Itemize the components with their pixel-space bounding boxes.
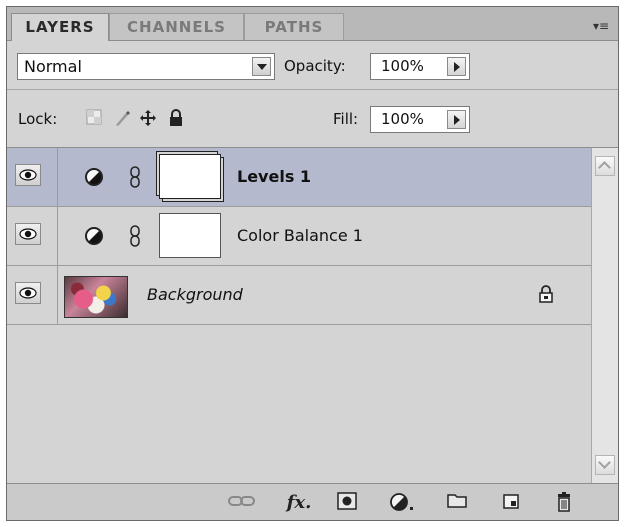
layer-name[interactable]: Color Balance 1 [237,207,363,265]
new-adjustment-layer-icon[interactable] [387,492,417,514]
fill-slider-arrow-icon[interactable] [447,110,466,129]
panel-menu-icon[interactable]: ▾≡ [590,18,612,34]
fx-icon[interactable]: fx. [279,492,319,514]
lock-label: Lock: [18,110,58,128]
blend-mode-value: Normal [24,57,82,76]
eye-icon[interactable] [15,164,41,186]
opacity-value: 100% [381,57,424,75]
opacity-slider-arrow-icon[interactable] [447,57,466,76]
layers-footer-toolbar: fx. [7,483,618,520]
layer-mask-thumbnail[interactable] [159,213,221,258]
fill-field[interactable]: 100% [370,106,470,133]
layer-row-color-balance-1[interactable]: Color Balance 1 [7,207,591,266]
add-mask-icon[interactable] [335,492,359,514]
panel-tab-bar: LAYERS CHANNELS PATHS ▾≡ [7,7,618,41]
layer-mask-thumbnail[interactable] [159,154,221,199]
layer-name[interactable]: Background [147,266,243,324]
blend-opacity-row: Normal Opacity: 100% [7,47,618,87]
lock-icon [539,285,553,303]
new-group-icon[interactable] [445,492,469,514]
layer-row-background[interactable]: Background [7,266,591,325]
lock-all-icon[interactable] [166,109,186,129]
lock-position-icon[interactable] [138,109,158,129]
tab-paths[interactable]: PATHS [244,13,344,40]
tab-channels[interactable]: CHANNELS [109,13,244,40]
scroll-up-button[interactable] [595,156,615,176]
scroll-down-button[interactable] [595,455,615,475]
eye-icon[interactable] [15,223,41,245]
chevron-down-icon[interactable] [252,57,271,76]
layer-image-thumbnail[interactable] [64,276,128,318]
layers-list: Levels 1 Color Balance 1 Background [7,147,591,484]
opacity-field[interactable]: 100% [370,53,470,80]
link-layers-icon[interactable] [227,492,257,514]
lock-transparent-pixels-icon[interactable] [84,109,104,129]
lock-image-pixels-icon[interactable] [112,109,132,129]
new-layer-icon[interactable] [499,492,523,514]
link-chain-icon[interactable] [129,225,141,247]
visibility-toggle[interactable] [7,207,58,265]
opacity-label: Opacity: [284,57,346,75]
fill-value: 100% [381,110,424,128]
blend-mode-select[interactable]: Normal [17,53,275,80]
lock-fill-row: Lock: Fill: 100% [7,97,618,141]
layers-panel: LAYERS CHANNELS PATHS ▾≡ Normal Opacity:… [6,6,619,521]
tab-layers[interactable]: LAYERS [11,13,109,41]
divider [7,89,618,90]
layers-scrollbar[interactable] [591,147,618,483]
eye-icon[interactable] [15,282,41,304]
visibility-toggle[interactable] [7,148,58,206]
layer-row-levels-1[interactable]: Levels 1 [7,148,591,207]
adjustment-layer-icon [85,168,103,186]
fill-label: Fill: [333,110,359,128]
adjustment-layer-icon [85,227,103,245]
delete-layer-icon[interactable] [552,492,576,514]
layer-name[interactable]: Levels 1 [237,148,311,206]
visibility-toggle[interactable] [7,266,58,324]
link-chain-icon[interactable] [129,166,141,188]
